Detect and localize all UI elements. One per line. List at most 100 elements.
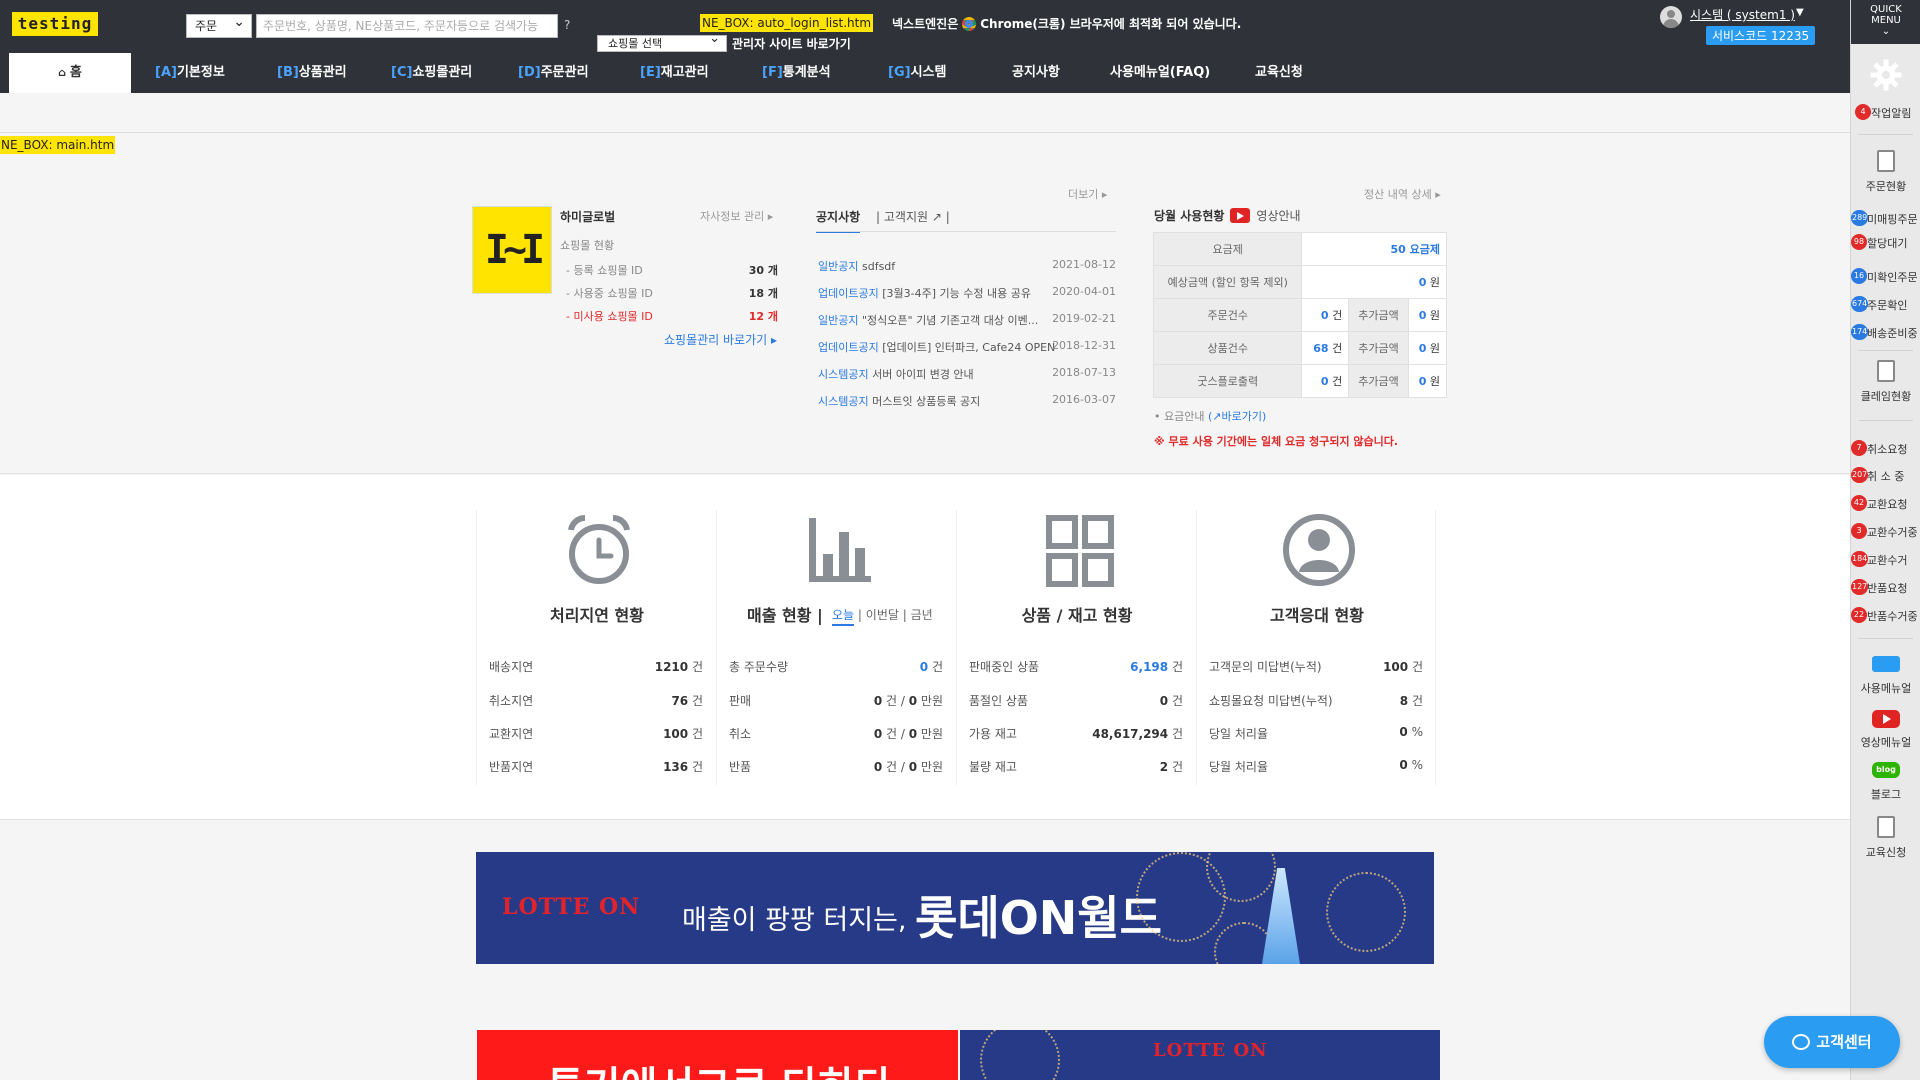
sales-status-card: 매출 현황 | 오늘 | 이번달 | 금년 총 주문수량 0 건 판매 0 건 / … (716, 510, 956, 785)
stat-row[interactable]: 품절인 상품 0 건 (969, 692, 1183, 709)
claim-status-button[interactable]: 클레임현황 (1851, 360, 1920, 404)
tab-education[interactable]: 교육신청 (1255, 53, 1303, 93)
company-logo: I~I (472, 206, 552, 294)
stat-row[interactable]: 쇼핑몰요청 미답변(누적) 8 건 (1209, 692, 1423, 709)
stat-row[interactable]: 교환지연 100 건 (489, 725, 703, 742)
mall-status-row: - 사용중 쇼핑몰 ID 18 개 (566, 285, 778, 301)
stat-row[interactable]: 반품 0 건 / 0 만원 (729, 758, 943, 775)
promo-banner-red[interactable]: 투기에서그로 다하다 (477, 1030, 958, 1080)
admin-site-shortcut[interactable]: 관리자 사이트 바로가기 (732, 35, 851, 52)
video-guide-link[interactable]: 영상안내 (1256, 207, 1300, 224)
count-badge: 289 (1851, 210, 1869, 226)
notice-date: 2016-03-07 (1052, 393, 1116, 406)
sub-strip (0, 93, 1850, 133)
sales-period-tabs: 오늘 | 이번달 | 금년 (832, 606, 933, 626)
quick-menu-header[interactable]: QUICK MENU ⌄ (1851, 0, 1920, 44)
stat-row[interactable]: 반품지연 136 건 (489, 758, 703, 775)
stat-row[interactable]: 가용 재고 48,617,294 건 (969, 725, 1183, 742)
usage-title: 당월 사용현황 영상안내 (1154, 207, 1301, 224)
notice-more-link[interactable]: 더보기 ▸ (1068, 186, 1107, 202)
stat-row[interactable]: 불량 재고 2 건 (969, 758, 1183, 775)
stat-row[interactable]: 판매 0 건 / 0 만원 (729, 692, 943, 709)
tab-customer-support[interactable]: | 고객지원 ↗ | (876, 208, 950, 225)
orders-value: 0 건 (1301, 298, 1350, 332)
avatar[interactable] (1660, 6, 1682, 28)
divider (1859, 420, 1913, 421)
settlement-detail-link[interactable]: 정산 내역 상세 ▸ (1364, 186, 1441, 202)
brand-logo[interactable]: testing (12, 12, 98, 36)
table-row: 굿스플로출력 0 건 추가금액 0 원 (1152, 364, 1448, 398)
orders-label: 주문건수 (1152, 298, 1303, 332)
stat-row[interactable]: 배송지연 1210 건 (489, 658, 703, 675)
tab-product[interactable]: [B]상품관리 (277, 53, 347, 93)
tab-basic-info[interactable]: [A]기본정보 (155, 53, 225, 93)
mall-manage-shortcut[interactable]: 쇼핑몰관리 바로가기 ▸ (664, 331, 777, 348)
notice-item[interactable]: 시스템공지 머스트잇 상품등록 공지 2016-03-07 (818, 393, 1116, 409)
tab-today[interactable]: 오늘 (832, 608, 855, 626)
fee-guide-link[interactable]: (↗바로가기) (1208, 410, 1266, 423)
row-value: 30 개 (748, 264, 778, 277)
tab-manual[interactable]: 사용메뉴얼(FAQ) (1110, 53, 1210, 93)
count-badge: 98 (1851, 234, 1867, 250)
top-bar: testing 주문 주문번호, 상품명, NE상품코드, 주문자등으로 검색가… (0, 0, 1850, 53)
tab-this-month[interactable]: 이번달 (866, 608, 899, 622)
tab-mall[interactable]: [C]쇼핑몰관리 (391, 53, 472, 93)
blog-button[interactable]: blog 블로그 (1851, 762, 1920, 802)
mall-status-row: - 미사용 쇼핑몰 ID 12 개 (566, 308, 778, 324)
search-type-select[interactable]: 주문 (186, 11, 252, 38)
help-icon[interactable]: ? (564, 18, 570, 32)
count-badge: 127 (1851, 579, 1869, 595)
tab-stats[interactable]: [F]통계분석 (762, 53, 831, 93)
order-status-button[interactable]: 주문현황 (1851, 150, 1920, 194)
chevron-down-icon[interactable]: ▼ (1796, 7, 1804, 18)
stat-row[interactable]: 판매중인 상품 6,198 건 (969, 658, 1183, 675)
tab-stock[interactable]: [E]재고관리 (640, 53, 709, 93)
stat-row[interactable]: 고객문의 미답변(누적) 100 건 (1209, 658, 1423, 675)
search-input[interactable]: 주문번호, 상품명, NE상품코드, 주문자등으로 검색가능 (256, 14, 558, 38)
tab-notice-list[interactable]: 공지사항 (816, 208, 861, 233)
promo-banner-navy[interactable]: LOTTE ON (960, 1030, 1440, 1080)
notice-date: 2021-08-12 (1052, 258, 1116, 271)
extra-label: 추가금액 (1348, 298, 1409, 332)
count-badge: 4 (1855, 104, 1871, 120)
stat-row[interactable]: 당월 처리율 0 % (1209, 758, 1423, 775)
company-info-link[interactable]: 자사정보 관리 ▸ (700, 208, 773, 224)
video-manual-button[interactable]: 영상메뉴얼 (1851, 710, 1920, 750)
notice-item[interactable]: 업데이트공지 [3월3-4주] 기능 수정 내용 공유 2020-04-01 (818, 285, 1116, 301)
stat-row[interactable]: 당일 처리율 0 % (1209, 725, 1423, 742)
plan-label: 요금제 (1152, 232, 1303, 266)
firework-graphic (980, 1030, 1060, 1080)
tab-label: 재고관리 (660, 65, 709, 80)
customer-center-button[interactable]: 고객센터 (1764, 1016, 1900, 1068)
manual-button[interactable]: 사용메뉴얼 (1851, 656, 1920, 696)
stat-row[interactable]: 취소지연 76 건 (489, 692, 703, 709)
tab-this-year[interactable]: 금년 (911, 608, 933, 622)
stat-row[interactable]: 취소 0 건 / 0 만원 (729, 725, 943, 742)
tab-system[interactable]: [G]시스템 (888, 53, 946, 93)
notice-date: 2018-12-31 (1052, 339, 1116, 352)
settings-button[interactable] (1851, 58, 1920, 95)
notice-item[interactable]: 일반공지 sdfsdf 2021-08-12 (818, 258, 1116, 274)
tab-notice[interactable]: 공지사항 (1012, 53, 1060, 93)
youtube-icon (1872, 710, 1900, 728)
user-menu[interactable]: 시스템 ( system1 ) (1690, 6, 1795, 23)
tab-home[interactable]: ⌂ 홈 (9, 53, 131, 93)
notice-item[interactable]: 일반공지 "정식오픈" 기념 기존고객 대상 이벤... 2019-02-21 (818, 312, 1116, 328)
notice-item[interactable]: 시스템공지 서버 아이피 변경 안내 2018-07-13 (818, 366, 1116, 382)
notice-item[interactable]: 업데이트공지 [업데이트] 인터파크, Cafe24 OPEN 2018-12-3… (818, 339, 1116, 355)
lotte-on-banner[interactable]: LOTTE ON 매출이 팡팡 터지는, 롯데ON월드 (476, 852, 1434, 964)
count-badge: 184 (1851, 551, 1869, 567)
chevron-down-icon: ⌄ (1881, 26, 1891, 37)
stat-row[interactable]: 총 주문수량 0 건 (729, 658, 943, 675)
notice-category: 업데이트공지 (818, 287, 879, 300)
education-button[interactable]: 교육신청 (1851, 816, 1920, 860)
youtube-icon[interactable] (1230, 208, 1251, 223)
table-row: 예상금액 (할인 항목 제외) 0 원 (1152, 265, 1447, 299)
mall-select[interactable]: 쇼핑몰 선택 (597, 31, 727, 52)
blog-icon: blog (1872, 762, 1900, 778)
cs-status-card: 고객응대 현황 고객문의 미답변(누적) 100 건 쇼핑몰요청 미답변(누적) 8… (1196, 510, 1436, 785)
banner-headline: 매출이 팡팡 터지는, 롯데ON월드 (682, 891, 1162, 945)
extra-label: 추가금액 (1348, 331, 1409, 365)
tab-order[interactable]: [D]주문관리 (518, 53, 589, 93)
service-code-badge: 서비스코드 12235 (1706, 26, 1816, 45)
